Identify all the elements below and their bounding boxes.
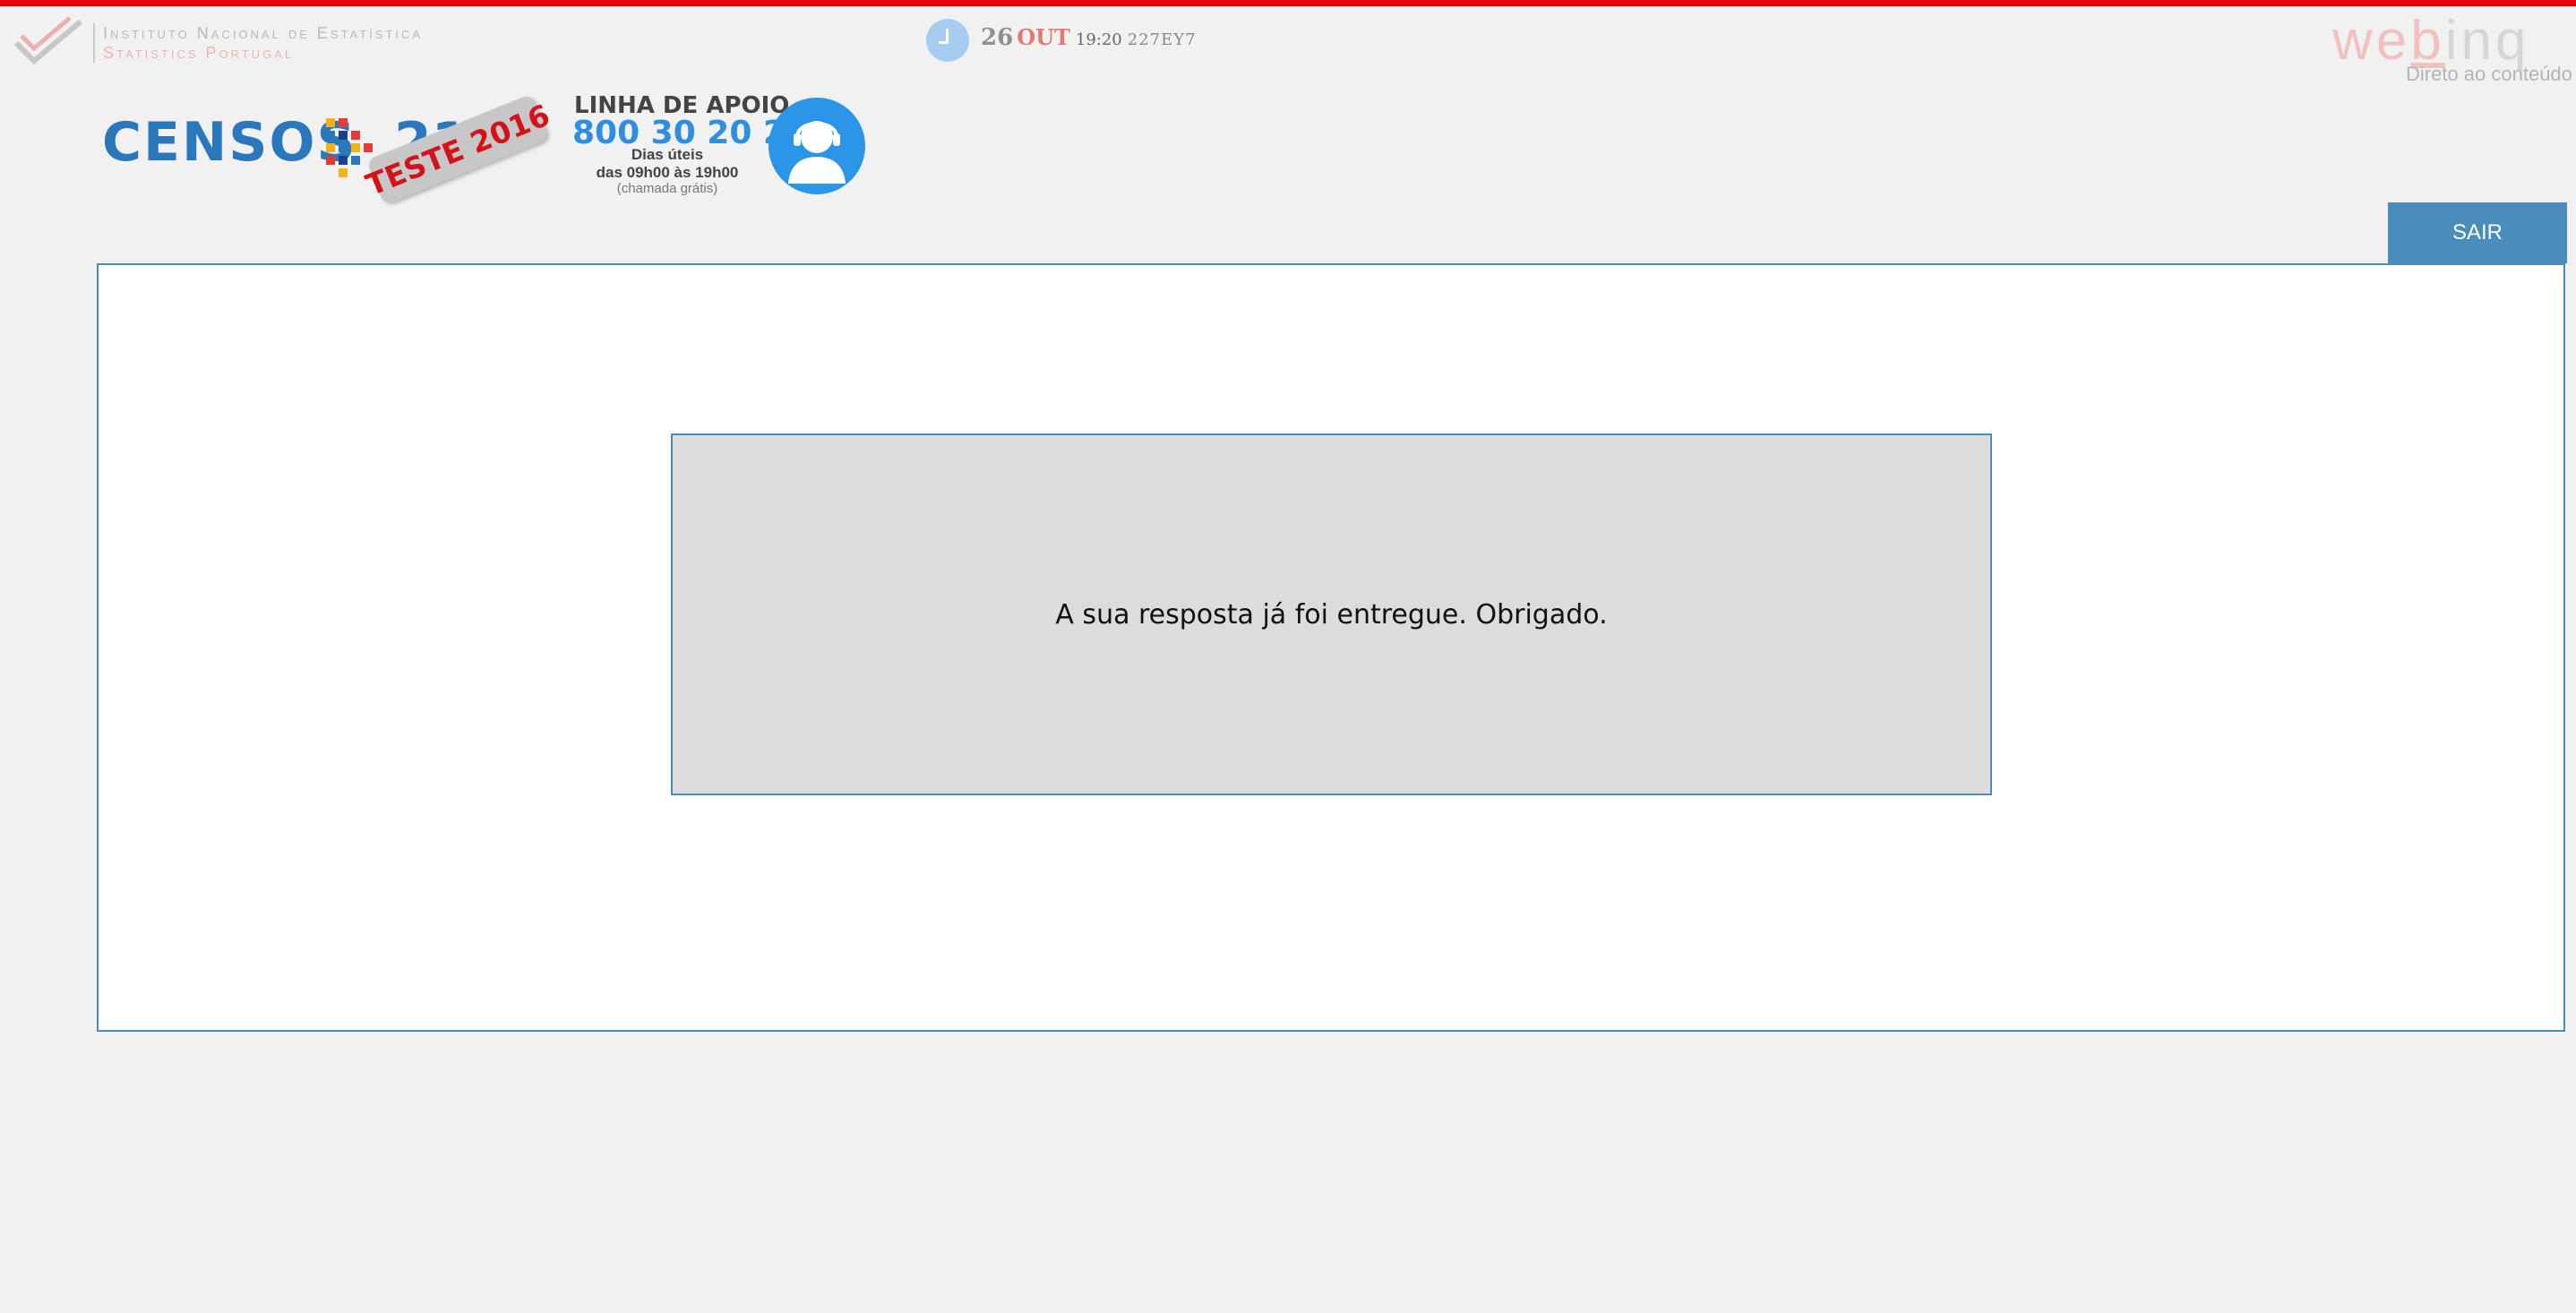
- censos-title: CENSOS: [102, 111, 357, 174]
- institute-name-english: Statistics Portugal: [103, 44, 295, 62]
- top-accent-bar: [0, 0, 2576, 6]
- clock-icon: [926, 19, 969, 62]
- exit-button[interactable]: SAIR: [2388, 202, 2567, 263]
- confirmation-message-box: A sua resposta já foi entregue. Obrigado…: [671, 433, 1992, 795]
- date-day: 26: [981, 24, 1014, 51]
- support-call-cost: (chamada grátis): [616, 181, 718, 196]
- date-time: 19:20: [1075, 30, 1122, 49]
- ine-check-logo-icon: [13, 16, 82, 65]
- session-date: 26 OUT 19:20 227EY7: [981, 24, 1197, 51]
- institute-name: Instituto Nacional de Estatística: [103, 24, 424, 42]
- header-divider: [93, 23, 95, 63]
- support-hours: das 09h00 às 19h00: [596, 164, 739, 181]
- logo-web-text: we: [2332, 10, 2411, 72]
- confirmation-message: A sua resposta já foi entregue. Obrigado…: [1055, 598, 1608, 631]
- session-code: 227EY7: [1127, 30, 1197, 49]
- skip-to-content-link[interactable]: Direto ao conteúdo: [2406, 63, 2572, 86]
- support-agent-icon: [769, 98, 865, 194]
- support-days: Dias úteis: [631, 146, 704, 163]
- date-month: OUT: [1017, 24, 1070, 50]
